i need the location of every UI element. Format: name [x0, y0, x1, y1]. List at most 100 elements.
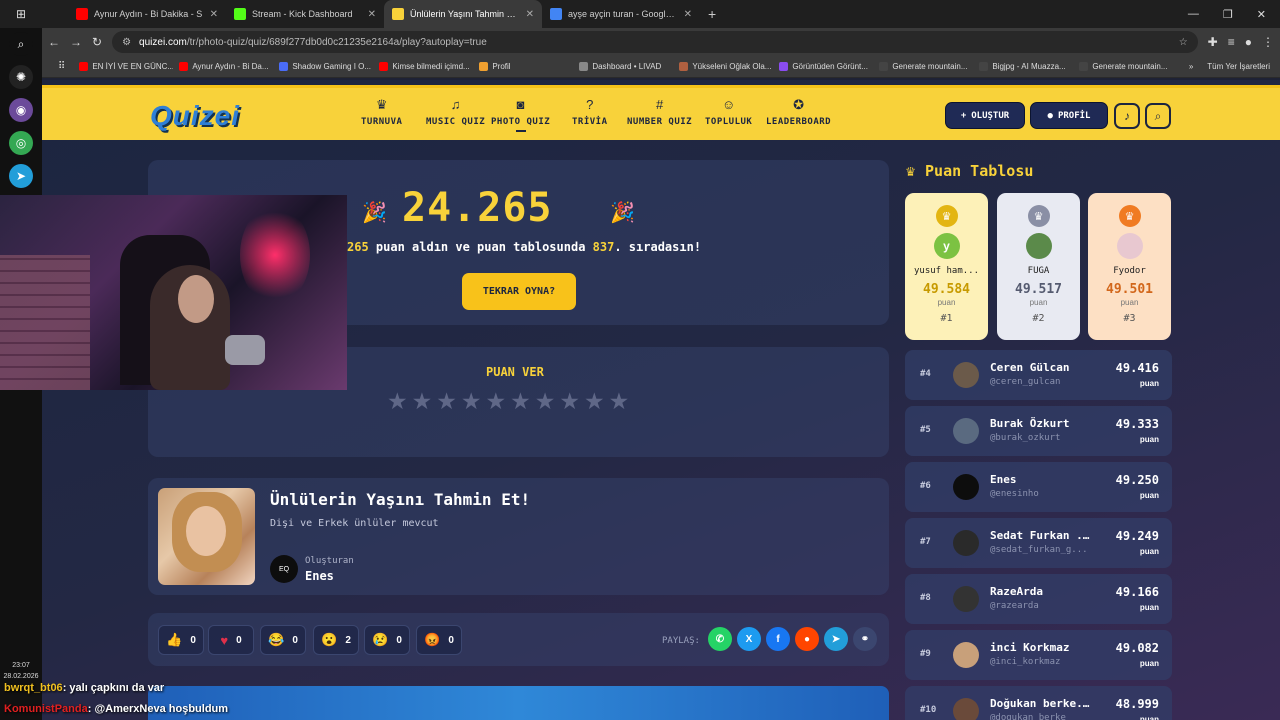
bookmark-item[interactable]: Generate mountain...: [873, 62, 973, 71]
rating-star-icon[interactable]: ★: [486, 390, 507, 413]
extensions-icon[interactable]: ✚: [1208, 35, 1218, 49]
share-reddit-icon[interactable]: ●: [795, 627, 819, 651]
bookmark-item[interactable]: Görüntüden Görünt...: [773, 62, 873, 71]
close-tab-icon[interactable]: ✕: [526, 9, 534, 20]
leaderboard-row[interactable]: #5 Burak Özkurt @burak_ozkurt 49.333 pua…: [905, 406, 1172, 456]
all-bookmarks[interactable]: Tüm Yer İşaretleri: [1207, 62, 1270, 71]
rating-star-icon[interactable]: ★: [436, 390, 457, 413]
close-tab-icon[interactable]: ✕: [684, 9, 692, 20]
app-icon[interactable]: ◉: [9, 98, 33, 122]
bookmark-item[interactable]: Dashboard • LIVAD: [573, 62, 673, 71]
rating-star-icon[interactable]: ★: [609, 390, 630, 413]
apps-grid-icon[interactable]: ⠿: [50, 61, 73, 72]
nav-item[interactable]: ☺ TOPLULUK: [705, 98, 752, 128]
leaderboard-row[interactable]: #8 RazeArda @razearda 49.166 puan: [905, 574, 1172, 624]
reload-icon[interactable]: ↻: [92, 35, 102, 49]
telegram-icon[interactable]: ➤: [9, 164, 33, 188]
rating-star-icon[interactable]: ★: [510, 390, 531, 413]
bookmark-item[interactable]: Generate mountain...: [1073, 62, 1173, 71]
restore-icon[interactable]: ❐: [1223, 8, 1233, 21]
media-icon[interactable]: ≡: [1228, 35, 1235, 49]
nav-item[interactable]: ♫ MUSIC QUIZ: [426, 98, 485, 128]
windows-start-icon[interactable]: ⊞: [0, 0, 42, 28]
podium-name: yusuf ham...: [913, 266, 980, 276]
share-copy-link-icon[interactable]: ⚭: [853, 627, 877, 651]
browser-tab[interactable]: Aynur Aydın - Bi Dakika - S ✕: [68, 0, 226, 28]
profile-icon[interactable]: ●: [1245, 35, 1252, 49]
row-score: 48.999: [1115, 697, 1159, 711]
browser-tab[interactable]: Ünlülerin Yaşını Tahmin Et! - Qu ✕: [384, 0, 542, 28]
reaction-count: 0: [396, 634, 402, 646]
podium-card[interactable]: ♛ FUGA 49.517 puan #2: [997, 193, 1080, 340]
bookmark-item[interactable]: Bigjpg - AI Muazza...: [973, 62, 1073, 71]
rating-star-icon[interactable]: ★: [387, 390, 408, 413]
rating-star-icon[interactable]: ★: [461, 390, 482, 413]
new-tab-button[interactable]: +: [700, 6, 724, 22]
bookmark-item[interactable]: Shadow Gaming I O...: [273, 62, 373, 71]
profile-button[interactable]: ● PROFİL: [1030, 102, 1108, 129]
reaction-button[interactable]: ♥ 0: [208, 625, 254, 655]
replay-button[interactable]: TEKRAR OYNA?: [462, 273, 576, 310]
rating-star-icon[interactable]: ★: [412, 390, 433, 413]
rating-star-icon[interactable]: ★: [535, 390, 556, 413]
share-whatsapp-icon[interactable]: ✆: [708, 627, 732, 651]
rating-star-icon[interactable]: ★: [559, 390, 580, 413]
back-icon[interactable]: ←: [48, 35, 60, 49]
podium-card[interactable]: ♛ y yusuf ham... 49.584 puan #1: [905, 193, 988, 340]
nav-item[interactable]: ◙ PHOTO QUIZ: [491, 98, 550, 132]
search-icon[interactable]: ⌕: [9, 32, 33, 56]
bookmark-item[interactable]: Profil: [473, 62, 573, 71]
minimize-icon[interactable]: —: [1188, 8, 1199, 21]
leaderboard-row[interactable]: #10 Doğukan berke... @dogukan_berke 48.9…: [905, 686, 1172, 720]
close-tab-icon[interactable]: ✕: [368, 9, 376, 20]
chatgpt-icon[interactable]: ✺: [9, 65, 33, 89]
bookmark-item[interactable]: EN İYİ VE EN GÜNC...: [73, 62, 173, 71]
url-field[interactable]: ⚙ quizei.com/tr/photo-quiz/quiz/689f277d…: [112, 31, 1198, 53]
close-window-icon[interactable]: ✕: [1257, 8, 1266, 21]
more-bookmarks-icon[interactable]: »: [1189, 62, 1193, 71]
share-x-icon[interactable]: X: [737, 627, 761, 651]
window-controls: — ❐ ✕: [1188, 8, 1280, 21]
bookmark-item[interactable]: Aynur Aydın - Bi Da...: [173, 62, 273, 71]
create-button[interactable]: + OLUŞTUR: [945, 102, 1025, 129]
quizei-logo[interactable]: Quizei: [150, 100, 240, 132]
row-score: 49.166: [1115, 585, 1159, 599]
nav-item[interactable]: ? TRİVİA: [572, 98, 608, 128]
chrome-icon[interactable]: ◎: [9, 131, 33, 155]
nav-item[interactable]: ✪ LEADERBOARD: [766, 98, 831, 128]
reaction-button[interactable]: 😮 2: [313, 625, 359, 655]
notifications-icon[interactable]: ♪: [1114, 103, 1140, 129]
bookmark-item[interactable]: Kimse bilmedi içimd...: [373, 62, 473, 71]
reaction-button[interactable]: 😡 0: [416, 625, 462, 655]
menu-icon[interactable]: ⋮: [1262, 35, 1274, 49]
podium-card[interactable]: ♛ Fyodor 49.501 puan #3: [1088, 193, 1171, 340]
leaderboard-row[interactable]: #4 Ceren Gülcan @ceren_gulcan 49.416 pua…: [905, 350, 1172, 400]
share-facebook-icon[interactable]: f: [766, 627, 790, 651]
nav-item[interactable]: # NUMBER QUIZ: [627, 98, 692, 128]
leaderboard-row[interactable]: #7 Sedat Furkan ... @sedat_furkan_g... 4…: [905, 518, 1172, 568]
reaction-button[interactable]: 😂 0: [260, 625, 306, 655]
forward-icon[interactable]: →: [70, 35, 82, 49]
browser-tab[interactable]: Stream - Kick Dashboard ✕: [226, 0, 384, 28]
browser-tab-bar: ⊞ Aynur Aydın - Bi Dakika - S ✕ Stream - K…: [0, 0, 1280, 28]
leaderboard-row[interactable]: #6 Enes @enesinho 49.250 puan: [905, 462, 1172, 512]
creator-name[interactable]: Enes: [305, 569, 334, 583]
search-button-icon[interactable]: ⌕: [1145, 103, 1171, 129]
reaction-button[interactable]: 👍 0: [158, 625, 204, 655]
bookmark-favicon-icon: [479, 62, 489, 71]
share-telegram-icon[interactable]: ➤: [824, 627, 848, 651]
webcam-overlay: [0, 195, 347, 390]
bookmark-star-icon[interactable]: ☆: [1179, 37, 1188, 48]
share-label: PAYLAŞ:: [662, 636, 700, 646]
bookmark-item[interactable]: Yükseleni Oğlak Ola...: [673, 62, 773, 71]
rating-star-icon[interactable]: ★: [584, 390, 605, 413]
browser-tab[interactable]: ayşe ayçin turan - Google'da Ar ✕: [542, 0, 700, 28]
creator-avatar[interactable]: EQ: [270, 555, 298, 583]
reaction-button[interactable]: 😢 0: [364, 625, 410, 655]
nav-item[interactable]: ♛ TURNUVA: [361, 98, 402, 128]
row-name: Burak Özkurt: [990, 417, 1070, 430]
site-info-icon[interactable]: ⚙: [122, 37, 131, 48]
clock-date: 28.02.2026: [3, 673, 39, 680]
leaderboard-row[interactable]: #9 inci Korkmaz @inci_korkmaz 49.082 pua…: [905, 630, 1172, 680]
close-tab-icon[interactable]: ✕: [210, 9, 218, 20]
